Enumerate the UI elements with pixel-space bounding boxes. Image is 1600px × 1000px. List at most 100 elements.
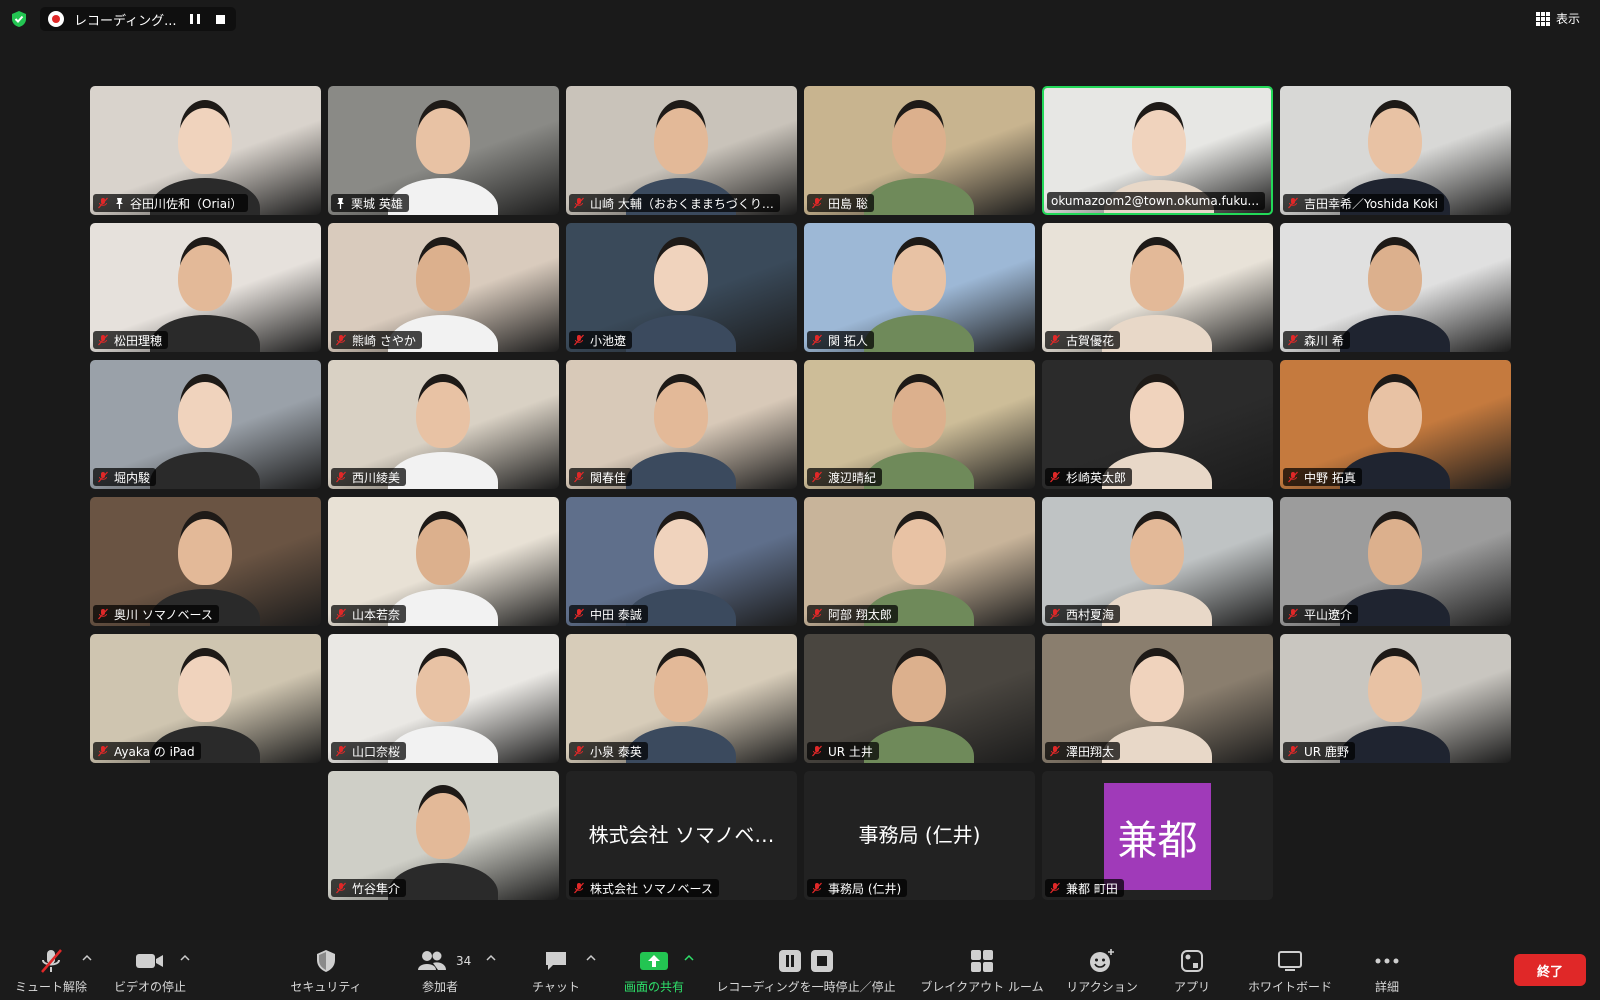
participant-tile[interactable]: 奥川 ソマノベース bbox=[90, 497, 321, 626]
participant-silhouette-head bbox=[1130, 245, 1184, 311]
participant-tile[interactable]: 小泉 泰英 bbox=[566, 634, 797, 763]
participant-silhouette-head bbox=[654, 108, 708, 174]
participant-tile[interactable]: 谷田川佐和（Oriai） bbox=[90, 86, 321, 215]
participant-tile[interactable]: 山口奈桜 bbox=[328, 634, 559, 763]
participant-tile[interactable]: 株式会社 ソマノベ… 株式会社 ソマノベース bbox=[566, 771, 797, 900]
whiteboard-button[interactable]: ホワイトボード bbox=[1240, 940, 1340, 1000]
muted-microphone-icon bbox=[1050, 608, 1060, 620]
recording-indicator[interactable]: レコーディング... bbox=[40, 7, 236, 31]
participant-name: 吉田幸希／Yoshida Koki bbox=[1304, 196, 1438, 211]
chat-button[interactable]: チャット bbox=[516, 940, 596, 1000]
participant-tile[interactable]: 小池遼 bbox=[566, 223, 797, 352]
participant-silhouette-head bbox=[1130, 656, 1184, 722]
apps-icon bbox=[1181, 950, 1203, 972]
stop-video-button[interactable]: ビデオの停止 bbox=[108, 940, 192, 1000]
reactions-button[interactable]: リアクション bbox=[1056, 940, 1148, 1000]
participant-silhouette-head bbox=[416, 793, 470, 859]
participant-tile[interactable]: Ayaka の iPad bbox=[90, 634, 321, 763]
participant-nameplate: 兼都 町田 bbox=[1045, 879, 1124, 897]
audio-options-chevron-icon[interactable] bbox=[82, 953, 92, 963]
muted-microphone-icon bbox=[1288, 745, 1298, 757]
participant-tile[interactable]: 中田 泰誠 bbox=[566, 497, 797, 626]
participant-nameplate: 山崎 大輔（おおくままちづくり… bbox=[569, 194, 780, 212]
participant-tile[interactable]: 渡辺晴紀 bbox=[804, 360, 1035, 489]
apps-button[interactable]: アプリ bbox=[1158, 940, 1226, 1000]
participant-tile[interactable]: 関春佳 bbox=[566, 360, 797, 489]
participant-tile[interactable]: 兼都 兼都 町田 bbox=[1042, 771, 1273, 900]
participant-name: 中田 泰誠 bbox=[590, 607, 642, 622]
view-button[interactable]: 表示 bbox=[1535, 10, 1580, 27]
share-options-chevron-icon[interactable] bbox=[684, 953, 694, 963]
grid-view-icon bbox=[1535, 11, 1550, 26]
participant-name: 西村夏海 bbox=[1066, 607, 1115, 622]
more-button[interactable]: 詳細 bbox=[1350, 940, 1424, 1000]
participant-tile[interactable]: 阿部 翔太郎 bbox=[804, 497, 1035, 626]
pause-recording-icon[interactable] bbox=[190, 14, 200, 24]
video-options-chevron-icon[interactable] bbox=[180, 953, 190, 963]
recording-control-label: レコーディングを一時停止／停止 bbox=[716, 980, 896, 994]
muted-microphone-icon bbox=[812, 608, 822, 620]
participant-name: okumazoom2@town.okuma.fuku... bbox=[1051, 194, 1260, 208]
stop-video-label: ビデオの停止 bbox=[113, 980, 186, 994]
share-screen-button[interactable]: 画面の共有 bbox=[614, 940, 694, 1000]
participant-tile[interactable]: UR 土井 bbox=[804, 634, 1035, 763]
participant-tile[interactable]: 田島 聡 bbox=[804, 86, 1035, 215]
muted-microphone-icon bbox=[98, 471, 108, 483]
participant-nameplate: 関 拓人 bbox=[807, 331, 874, 349]
muted-microphone-icon bbox=[1288, 334, 1298, 346]
participant-tile[interactable]: 栗城 英雄 bbox=[328, 86, 559, 215]
participant-silhouette-head bbox=[416, 519, 470, 585]
participant-tile[interactable]: 古賀優花 bbox=[1042, 223, 1273, 352]
participant-tile[interactable]: 関 拓人 bbox=[804, 223, 1035, 352]
participant-silhouette-head bbox=[654, 245, 708, 311]
participant-tile[interactable]: 吉田幸希／Yoshida Koki bbox=[1280, 86, 1511, 215]
participant-tile[interactable]: 竹谷隼介 bbox=[328, 771, 559, 900]
participant-tile[interactable]: 森川 希 bbox=[1280, 223, 1511, 352]
muted-microphone-icon bbox=[336, 334, 346, 346]
participant-silhouette-head bbox=[416, 656, 470, 722]
breakout-rooms-label: ブレイクアウト ルーム bbox=[920, 980, 1044, 994]
muted-microphone-icon bbox=[812, 471, 822, 483]
security-shield-icon[interactable] bbox=[10, 10, 28, 28]
participants-button[interactable]: 参加者 bbox=[400, 940, 480, 1000]
participant-tile[interactable]: UR 鹿野 bbox=[1280, 634, 1511, 763]
muted-microphone-icon bbox=[574, 745, 584, 757]
participant-tile[interactable]: 平山遼介 bbox=[1280, 497, 1511, 626]
breakout-rooms-button[interactable]: ブレイクアウト ルーム bbox=[916, 940, 1048, 1000]
participant-nameplate: 中野 拓真 bbox=[1283, 468, 1362, 486]
participant-tile[interactable]: 中野 拓真 bbox=[1280, 360, 1511, 489]
participant-name: 竹谷隼介 bbox=[352, 881, 401, 896]
participant-tile[interactable]: 杉崎英太郎 bbox=[1042, 360, 1273, 489]
end-meeting-button[interactable]: 終了 bbox=[1514, 954, 1586, 986]
recording-control-button[interactable]: レコーディングを一時停止／停止 bbox=[712, 940, 900, 1000]
participants-options-chevron-icon[interactable] bbox=[486, 953, 496, 963]
muted-microphone-icon bbox=[1050, 334, 1060, 346]
participant-tile[interactable]: 松田理穂 bbox=[90, 223, 321, 352]
participant-tile[interactable]: 山崎 大輔（おおくままちづくり… bbox=[566, 86, 797, 215]
participant-tile[interactable]: 熊崎 さやか bbox=[328, 223, 559, 352]
participant-silhouette-head bbox=[654, 519, 708, 585]
participant-nameplate: 古賀優花 bbox=[1045, 331, 1121, 349]
chat-label: チャット bbox=[532, 980, 580, 994]
top-bar: レコーディング... 表示 bbox=[0, 0, 1600, 38]
chat-bubble-icon bbox=[546, 952, 566, 970]
participant-tile[interactable]: 西村夏海 bbox=[1042, 497, 1273, 626]
security-shield-icon bbox=[317, 950, 335, 972]
participant-tile[interactable]: 山本若奈 bbox=[328, 497, 559, 626]
participant-name: 事務局 (仁井) bbox=[828, 881, 902, 896]
security-button[interactable]: セキュリティ bbox=[286, 940, 366, 1000]
unmute-button[interactable]: ミュート解除 bbox=[8, 940, 94, 1000]
participant-tile[interactable]: okumazoom2@town.okuma.fuku... bbox=[1042, 86, 1273, 215]
participant-tile[interactable]: 事務局 (仁井) 事務局 (仁井) bbox=[804, 771, 1035, 900]
participant-tile[interactable]: 堀内駿 bbox=[90, 360, 321, 489]
participant-silhouette-head bbox=[178, 382, 232, 448]
participant-silhouette-head bbox=[1368, 519, 1422, 585]
chat-options-chevron-icon[interactable] bbox=[586, 953, 596, 963]
participant-tile[interactable]: 西川綾美 bbox=[328, 360, 559, 489]
participant-nameplate: okumazoom2@town.okuma.fuku... bbox=[1047, 192, 1266, 210]
participant-name: 田島 聡 bbox=[828, 196, 868, 211]
participants-count: 34 bbox=[456, 954, 472, 968]
stop-recording-icon[interactable] bbox=[216, 14, 225, 24]
participant-tile[interactable]: 澤田翔太 bbox=[1042, 634, 1273, 763]
recording-dot-icon bbox=[48, 11, 64, 27]
